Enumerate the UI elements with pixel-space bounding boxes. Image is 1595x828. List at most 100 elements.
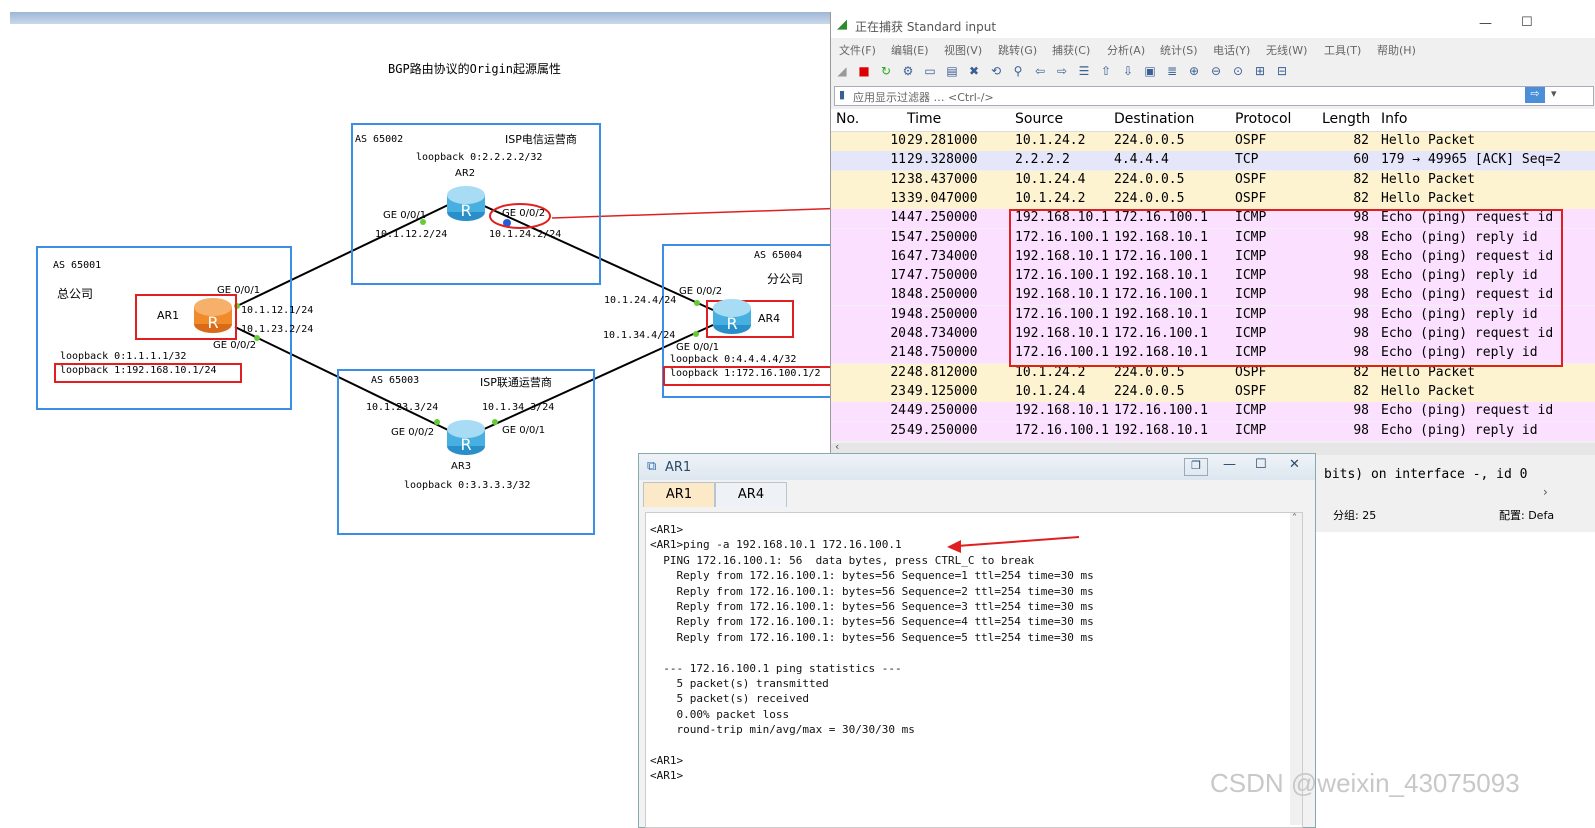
terminal-line: 0.00% packet loss	[650, 707, 790, 721]
col-info[interactable]: Info	[1381, 111, 1408, 127]
menu-go[interactable]: 跳转(G)	[998, 42, 1037, 58]
open-file-icon[interactable]: ▭	[922, 63, 938, 79]
status-profile[interactable]: 配置: Defa	[1499, 507, 1554, 523]
cell-time: 47.250000	[907, 229, 978, 245]
svg-text:R: R	[460, 201, 471, 220]
col-source[interactable]: Source	[1015, 111, 1063, 127]
terminal-line: Reply from 172.16.100.1: bytes=56 Sequen…	[650, 630, 1094, 644]
col-protocol[interactable]: Protocol	[1235, 111, 1291, 127]
menu-edit[interactable]: 编辑(E)	[891, 42, 929, 58]
restart-capture-icon[interactable]: ↻	[878, 63, 894, 79]
menu-telephony[interactable]: 电话(Y)	[1213, 42, 1250, 58]
as-label: AS 65003	[371, 375, 420, 386]
table-row[interactable]: 25 49.250000 172.16.100.1 192.168.10.1 ICMP 9…	[831, 421, 1595, 441]
cell-time: 48.250000	[907, 287, 978, 303]
go-to-packet-icon[interactable]: ☰	[1076, 63, 1092, 79]
terminal-line: <AR1>	[650, 754, 684, 767]
cell-len: 82	[1353, 133, 1369, 148]
menu-help[interactable]: 帮助(H)	[1377, 42, 1416, 58]
first-packet-icon[interactable]: ⇧	[1098, 63, 1114, 79]
menu-tools[interactable]: 工具(T)	[1324, 42, 1361, 58]
cell-time: 47.734000	[907, 248, 978, 264]
col-no[interactable]: No.	[836, 111, 859, 127]
display-filter-input[interactable]: ▮ 应用显示过滤器 … <Ctrl-/> ⇨ ▾	[834, 86, 1594, 106]
layout-icon[interactable]: ⊟	[1274, 63, 1290, 79]
cell-time: 48.250000	[907, 306, 978, 322]
table-row[interactable]: 12 38.437000 10.1.24.4 224.0.0.5 OSPF 82 Hello…	[831, 170, 1595, 190]
tab-ar1[interactable]: AR1	[643, 482, 715, 507]
loopback-label: loopback 1:192.168.10.1/24	[60, 365, 217, 376]
ip-label: 10.1.12.2/24	[375, 229, 448, 240]
cell-dst: 224.0.0.5	[1114, 133, 1185, 148]
menu-file[interactable]: 文件(F)	[839, 42, 876, 58]
cell-proto: ICMP	[1235, 422, 1267, 438]
menu-wireless[interactable]: 无线(W)	[1266, 42, 1307, 58]
col-time[interactable]: Time	[907, 111, 941, 127]
maximize-icon[interactable]: ☐	[1521, 15, 1533, 30]
menu-analyze[interactable]: 分析(A)	[1107, 42, 1145, 58]
router-icon[interactable]: R	[712, 297, 752, 335]
tab-ar4[interactable]: AR4	[715, 482, 787, 507]
zoom-in-icon[interactable]: ⊕	[1186, 63, 1202, 79]
bookmark-icon[interactable]: ▮	[839, 88, 845, 101]
col-length[interactable]: Length	[1322, 111, 1370, 127]
scroll-right-icon[interactable]: ›	[1543, 485, 1548, 499]
terminal-output[interactable]: ˄ <AR1> <AR1>ping -a 192.168.10.1 172.16.…	[645, 512, 1303, 828]
restore-icon[interactable]: ❐	[1184, 458, 1208, 476]
table-row[interactable]: 13 39.047000 10.1.24.2 224.0.0.5 OSPF 82 Hello…	[831, 189, 1595, 209]
minimize-icon[interactable]: —	[1223, 457, 1236, 472]
cell-no: 23	[890, 383, 906, 399]
col-destination[interactable]: Destination	[1114, 111, 1194, 127]
router-icon[interactable]: R	[193, 296, 233, 334]
port-label: GE 0/0/2	[213, 340, 257, 351]
resize-columns-icon[interactable]: ⊞	[1252, 63, 1268, 79]
wireshark-titlebar: ◢ 正在捕获 Standard input — ☐	[831, 12, 1595, 38]
cell-info: Hello Packet	[1381, 133, 1475, 148]
cell-proto: TCP	[1235, 152, 1259, 168]
last-packet-icon[interactable]: ⇩	[1120, 63, 1136, 79]
terminal-line: --- 172.16.100.1 ping statistics ---	[650, 661, 902, 675]
filter-placeholder: 应用显示过滤器 … <Ctrl-/>	[853, 91, 994, 104]
router-icon[interactable]: R	[446, 418, 486, 456]
cell-proto: OSPF	[1235, 171, 1267, 187]
maximize-icon[interactable]: ☐	[1255, 457, 1267, 472]
router-icon[interactable]: R	[446, 184, 486, 222]
router-label: AR2	[455, 168, 476, 179]
loopback-label: loopback 0:2.2.2.2/32	[416, 152, 543, 163]
menu-view[interactable]: 视图(V)	[944, 42, 982, 58]
start-capture-icon[interactable]: ◢	[834, 63, 850, 79]
cell-time: 48.812000	[907, 364, 978, 380]
stop-capture-icon[interactable]: ■	[856, 63, 872, 79]
table-row[interactable]: 10 29.281000 10.1.24.2 224.0.0.5 OSPF 82 Hello…	[831, 132, 1595, 151]
close-icon[interactable]: ✕	[1289, 457, 1300, 472]
save-file-icon[interactable]: ▤	[944, 63, 960, 79]
scroll-up-icon[interactable]: ˄	[1292, 513, 1297, 524]
scroll-left-icon[interactable]: ‹	[835, 440, 839, 453]
reload-file-icon[interactable]: ⟲	[988, 63, 1004, 79]
apply-filter-icon[interactable]: ⇨	[1525, 87, 1545, 103]
menu-statistics[interactable]: 统计(S)	[1160, 42, 1198, 58]
zoom-out-icon[interactable]: ⊖	[1208, 63, 1224, 79]
go-back-icon[interactable]: ⇦	[1032, 63, 1048, 79]
terminal-title: AR1	[665, 460, 692, 475]
table-row[interactable]: 23 49.125000 10.1.24.4 224.0.0.5 OSPF 82 Hello…	[831, 382, 1595, 402]
go-forward-icon[interactable]: ⇨	[1054, 63, 1070, 79]
port-label: GE 0/0/1	[217, 285, 261, 296]
capture-options-icon[interactable]: ⚙	[900, 63, 916, 79]
table-row[interactable]: 11 29.328000 2.2.2.2 4.4.4.4 TCP 60 179 → 4996…	[831, 151, 1595, 171]
colorize-icon[interactable]: ≣	[1164, 63, 1180, 79]
cell-time: 38.437000	[907, 171, 978, 187]
zoom-reset-icon[interactable]: ⊙	[1230, 63, 1246, 79]
cell-src: 172.16.100.1	[1015, 422, 1109, 438]
cell-proto: ICMP	[1235, 403, 1267, 419]
close-file-icon[interactable]: ✖	[966, 63, 982, 79]
table-row[interactable]: 24 49.250000 192.168.10.1 172.16.100.1 ICMP 9…	[831, 402, 1595, 422]
cell-info: Hello Packet	[1381, 383, 1475, 399]
chevron-down-icon[interactable]: ▾	[1551, 87, 1557, 100]
find-packet-icon[interactable]: ⚲	[1010, 63, 1026, 79]
minimize-icon[interactable]: —	[1479, 16, 1492, 31]
autoscroll-icon[interactable]: ▣	[1142, 63, 1158, 79]
ip-label: 10.1.24.4/24	[604, 295, 677, 306]
menu-capture[interactable]: 捕获(C)	[1052, 42, 1090, 58]
site-label: ISP联通运营商	[480, 376, 552, 389]
